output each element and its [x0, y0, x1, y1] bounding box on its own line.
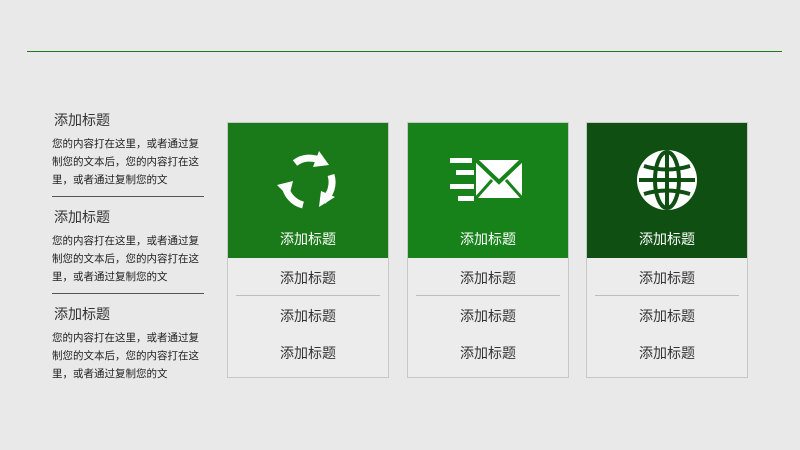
text-block-title: 添加标题: [54, 307, 110, 323]
card-item-list: 添加标题 添加标题 添加标题: [228, 258, 388, 370]
card-title: 添加标题: [460, 232, 516, 248]
recycle-icon: [228, 145, 388, 215]
card-item-list: 添加标题 添加标题 添加标题: [587, 258, 747, 370]
card-item[interactable]: 添加标题: [236, 333, 380, 370]
text-block-title: 添加标题: [54, 113, 110, 129]
card-header: 添加标题: [587, 123, 747, 258]
card-mail: 添加标题 添加标题 添加标题 添加标题: [407, 122, 569, 378]
text-block-body: 您的内容打在这里，或者通过复制您的文本后，您的内容打在这里，或者通过复制您的文: [52, 138, 199, 186]
card-recycle: 添加标题 添加标题 添加标题 添加标题: [227, 122, 389, 378]
card-item[interactable]: 添加标题: [236, 258, 380, 296]
card-item[interactable]: 添加标题: [416, 333, 560, 370]
mail-fast-icon: [408, 145, 568, 215]
top-divider-line: [27, 51, 782, 52]
card-header: 添加标题: [408, 123, 568, 258]
globe-icon: [587, 145, 747, 215]
text-block-3: 添加标题 您的内容打在这里，或者通过复制您的文本后，您的内容打在这里，或者通过复…: [52, 302, 204, 383]
text-block-body: 您的内容打在这里，或者通过复制您的文本后，您的内容打在这里，或者通过复制您的文: [52, 332, 199, 380]
card-item[interactable]: 添加标题: [595, 258, 739, 296]
text-block-title: 添加标题: [54, 210, 110, 226]
block-divider: [52, 196, 204, 197]
card-item[interactable]: 添加标题: [595, 333, 739, 370]
card-globe: 添加标题 添加标题 添加标题 添加标题: [586, 122, 748, 378]
card-item[interactable]: 添加标题: [236, 296, 380, 333]
card-title: 添加标题: [280, 232, 336, 248]
card-header: 添加标题: [228, 123, 388, 258]
card-item[interactable]: 添加标题: [416, 296, 560, 333]
text-block-1: 添加标题 您的内容打在这里，或者通过复制您的文本后，您的内容打在这里，或者通过复…: [52, 108, 204, 189]
text-block-2: 添加标题 您的内容打在这里，或者通过复制您的文本后，您的内容打在这里，或者通过复…: [52, 205, 204, 286]
text-block-body: 您的内容打在这里，或者通过复制您的文本后，您的内容打在这里，或者通过复制您的文: [52, 235, 199, 283]
card-title: 添加标题: [639, 232, 695, 248]
block-divider: [52, 293, 204, 294]
card-item[interactable]: 添加标题: [595, 296, 739, 333]
left-text-column: 添加标题 您的内容打在这里，或者通过复制您的文本后，您的内容打在这里，或者通过复…: [52, 108, 204, 383]
card-item-list: 添加标题 添加标题 添加标题: [408, 258, 568, 370]
card-item[interactable]: 添加标题: [416, 258, 560, 296]
